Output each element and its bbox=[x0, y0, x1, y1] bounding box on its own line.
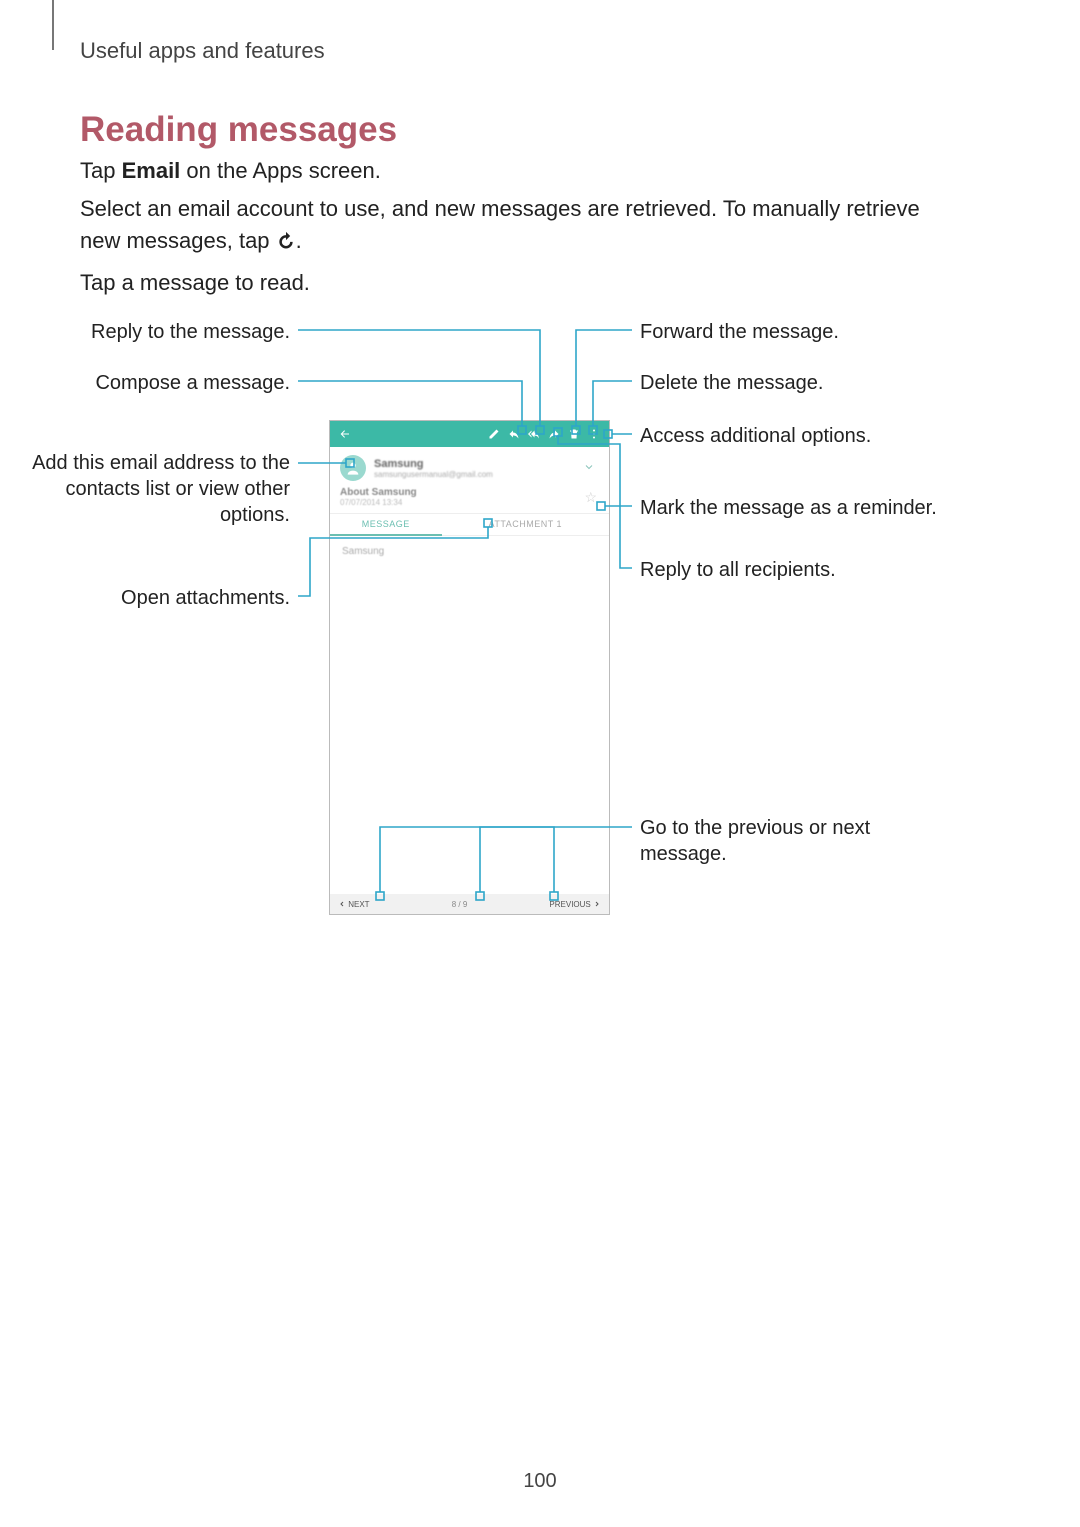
more-options-button[interactable] bbox=[585, 425, 603, 443]
footer-next[interactable]: NEXT bbox=[338, 900, 370, 909]
reply-all-button[interactable] bbox=[525, 425, 543, 443]
refresh-icon bbox=[276, 228, 296, 260]
back-button[interactable] bbox=[336, 425, 354, 443]
sender-info: Samsung samsungusermanual@gmail.com bbox=[374, 458, 575, 479]
footer-prev[interactable]: PREVIOUS bbox=[549, 900, 601, 909]
subject-text: About Samsung bbox=[340, 487, 417, 498]
message-tabs: MESSAGE ATTACHMENT 1 bbox=[330, 513, 609, 536]
sender-email: samsungusermanual@gmail.com bbox=[374, 470, 575, 479]
p2-post: . bbox=[296, 228, 302, 253]
subject-row: About Samsung 07/07/2014 13:34 ☆ bbox=[330, 485, 609, 513]
avatar[interactable] bbox=[340, 455, 366, 481]
date-text: 07/07/2014 13:34 bbox=[340, 498, 417, 507]
forward-button[interactable] bbox=[545, 425, 563, 443]
expand-chevron-icon[interactable] bbox=[583, 461, 599, 476]
callout-reply-all: Reply to all recipients. bbox=[640, 557, 960, 583]
p1-bold: Email bbox=[122, 158, 181, 183]
callout-reply: Reply to the message. bbox=[80, 319, 290, 345]
sender-name: Samsung bbox=[374, 458, 575, 470]
tab-attachment[interactable]: ATTACHMENT 1 bbox=[442, 514, 609, 535]
p1-post: on the Apps screen. bbox=[180, 158, 381, 183]
paragraph-3: Tap a message to read. bbox=[80, 270, 310, 296]
compose-button[interactable] bbox=[485, 425, 503, 443]
paragraph-1: Tap Email on the Apps screen. bbox=[80, 158, 381, 184]
page-number: 100 bbox=[0, 1470, 1080, 1493]
sender-row[interactable]: Samsung samsungusermanual@gmail.com bbox=[330, 447, 609, 485]
callout-compose: Compose a message. bbox=[80, 370, 290, 396]
delete-button[interactable] bbox=[565, 425, 583, 443]
callout-options: Access additional options. bbox=[640, 423, 960, 449]
chapter-header: Useful apps and features bbox=[80, 38, 325, 64]
section-title: Reading messages bbox=[80, 110, 397, 150]
email-toolbar bbox=[330, 421, 609, 447]
nav-footer: NEXT 8 / 9 PREVIOUS bbox=[330, 894, 609, 914]
page-margin-mark bbox=[52, 0, 54, 50]
callout-open-attachments: Open attachments. bbox=[80, 585, 290, 611]
callout-mark-reminder: Mark the message as a reminder. bbox=[640, 495, 960, 521]
footer-next-label: NEXT bbox=[348, 900, 369, 909]
tab-message[interactable]: MESSAGE bbox=[330, 514, 442, 536]
message-body: Samsung bbox=[330, 536, 609, 567]
email-app-screenshot: Samsung samsungusermanual@gmail.com Abou… bbox=[329, 420, 610, 915]
footer-prev-label: PREVIOUS bbox=[549, 900, 590, 909]
star-icon[interactable]: ☆ bbox=[584, 489, 597, 506]
reply-button[interactable] bbox=[505, 425, 523, 443]
footer-count: 8 / 9 bbox=[452, 900, 468, 909]
callout-add-contact: Add this email address to the contacts l… bbox=[30, 450, 290, 528]
callout-delete: Delete the message. bbox=[640, 370, 960, 396]
paragraph-2: Select an email account to use, and new … bbox=[80, 193, 930, 260]
callout-prev-next: Go to the previous or next message. bbox=[640, 815, 960, 867]
p1-pre: Tap bbox=[80, 158, 122, 183]
callout-forward: Forward the message. bbox=[640, 319, 960, 345]
p2-pre: Select an email account to use, and new … bbox=[80, 196, 920, 253]
